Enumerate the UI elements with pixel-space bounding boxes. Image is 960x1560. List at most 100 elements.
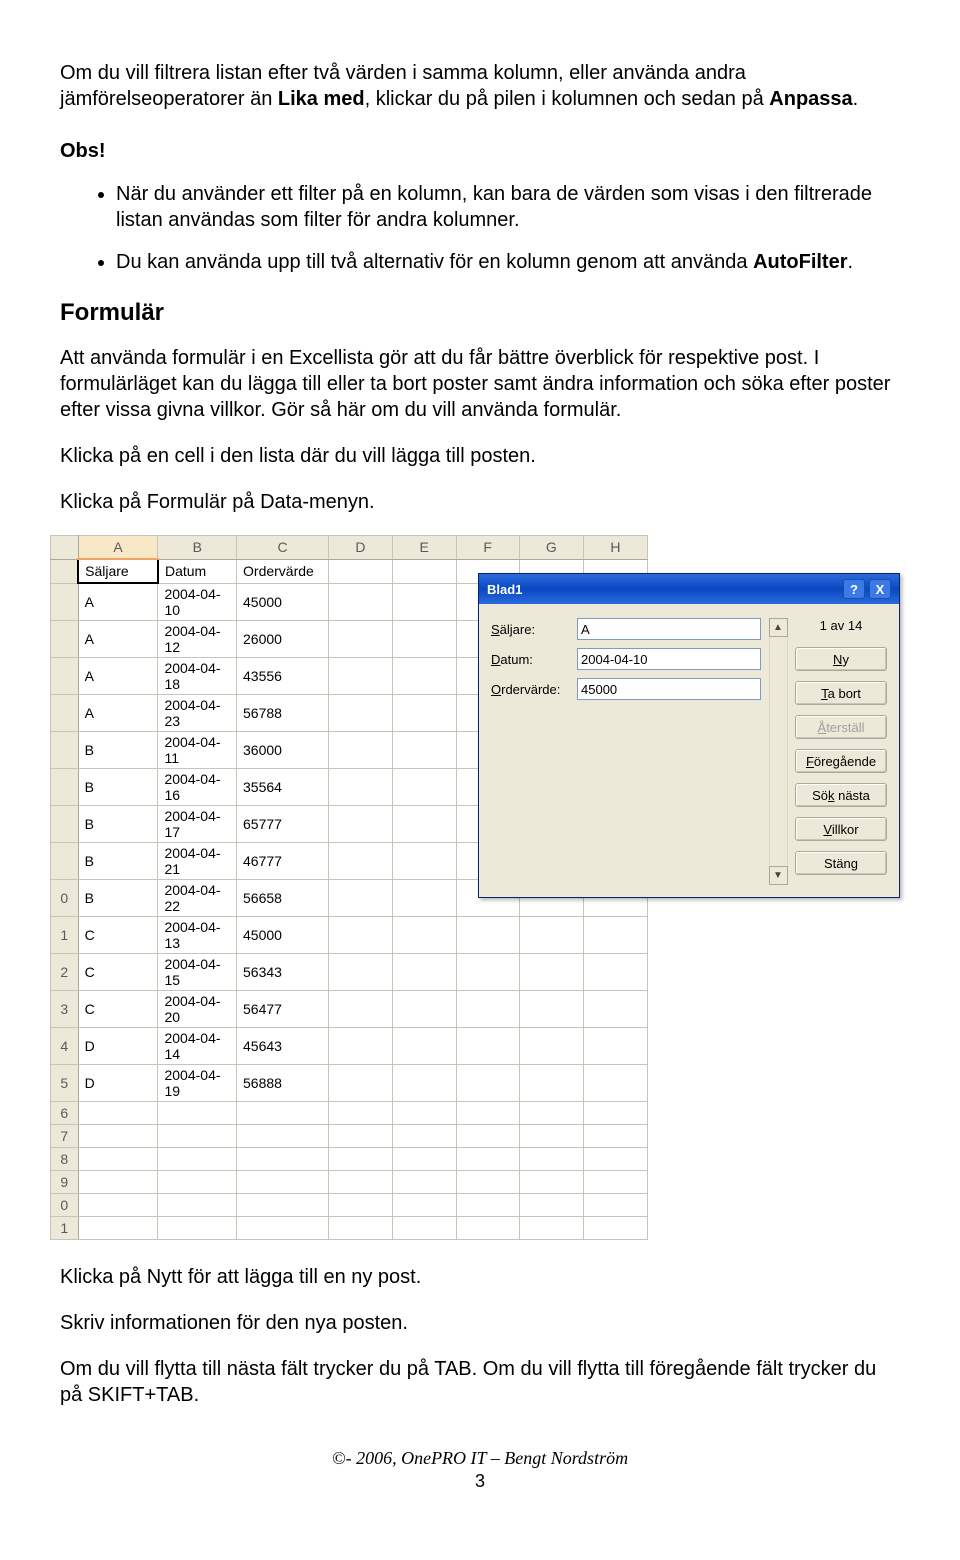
- cell[interactable]: [583, 1124, 647, 1147]
- help-icon[interactable]: ?: [843, 579, 865, 599]
- cell[interactable]: 2004-04-12: [158, 620, 237, 657]
- foregaende-button[interactable]: Föregående: [795, 749, 887, 773]
- row-header[interactable]: [51, 805, 79, 842]
- cell[interactable]: A: [78, 620, 158, 657]
- cell[interactable]: 2004-04-23: [158, 694, 237, 731]
- cell[interactable]: [237, 1170, 329, 1193]
- cell[interactable]: 45000: [237, 916, 329, 953]
- header-cell[interactable]: Datum: [158, 559, 237, 583]
- cell[interactable]: 45643: [237, 1027, 329, 1064]
- cell[interactable]: [237, 1216, 329, 1239]
- stang-button[interactable]: Stäng: [795, 851, 887, 875]
- header-cell[interactable]: Ordervärde: [237, 559, 329, 583]
- cell[interactable]: [328, 1147, 392, 1170]
- cell[interactable]: 2004-04-20: [158, 990, 237, 1027]
- cell[interactable]: [328, 768, 392, 805]
- row-header[interactable]: 6: [51, 1101, 79, 1124]
- cell[interactable]: [392, 1147, 456, 1170]
- cell[interactable]: [328, 953, 392, 990]
- header-cell[interactable]: Säljare: [78, 559, 158, 583]
- cell[interactable]: [328, 990, 392, 1027]
- cell[interactable]: [158, 1147, 237, 1170]
- cell[interactable]: [456, 916, 519, 953]
- dialog-titlebar[interactable]: Blad1 ? X: [479, 574, 899, 604]
- cell[interactable]: [328, 1193, 392, 1216]
- row-header[interactable]: 0: [51, 879, 79, 916]
- cell[interactable]: [456, 990, 519, 1027]
- cell[interactable]: [392, 620, 456, 657]
- cell[interactable]: [392, 916, 456, 953]
- cell[interactable]: [328, 731, 392, 768]
- cell[interactable]: [392, 1124, 456, 1147]
- cell[interactable]: [328, 805, 392, 842]
- col-header[interactable]: G: [519, 536, 583, 560]
- cell[interactable]: [392, 657, 456, 694]
- cell[interactable]: [392, 1170, 456, 1193]
- ny-button[interactable]: Ny: [795, 647, 887, 671]
- cell[interactable]: [456, 1124, 519, 1147]
- scroll-down-icon[interactable]: ▼: [769, 866, 788, 885]
- cell[interactable]: [328, 1216, 392, 1239]
- cell[interactable]: [392, 768, 456, 805]
- cell[interactable]: [456, 1170, 519, 1193]
- cell[interactable]: D: [78, 1064, 158, 1101]
- cell[interactable]: [392, 842, 456, 879]
- row-header[interactable]: 7: [51, 1124, 79, 1147]
- cell[interactable]: 2004-04-19: [158, 1064, 237, 1101]
- cell[interactable]: [392, 1101, 456, 1124]
- cell[interactable]: 56788: [237, 694, 329, 731]
- cell[interactable]: [392, 1064, 456, 1101]
- cell[interactable]: 2004-04-17: [158, 805, 237, 842]
- cell[interactable]: 2004-04-11: [158, 731, 237, 768]
- cell[interactable]: 56343: [237, 953, 329, 990]
- cell[interactable]: [392, 1193, 456, 1216]
- cell[interactable]: 56888: [237, 1064, 329, 1101]
- row-header[interactable]: 5: [51, 1064, 79, 1101]
- cell[interactable]: [456, 1064, 519, 1101]
- row-header[interactable]: [51, 768, 79, 805]
- cell[interactable]: [237, 1124, 329, 1147]
- cell[interactable]: [583, 1170, 647, 1193]
- cell[interactable]: 43556: [237, 657, 329, 694]
- cell[interactable]: [392, 990, 456, 1027]
- header-cell[interactable]: [328, 559, 392, 583]
- cell[interactable]: [456, 1027, 519, 1064]
- cell[interactable]: [158, 1193, 237, 1216]
- cell[interactable]: [519, 916, 583, 953]
- col-header[interactable]: E: [392, 536, 456, 560]
- cell[interactable]: D: [78, 1027, 158, 1064]
- datum-input[interactable]: [577, 648, 761, 670]
- cell[interactable]: [456, 1147, 519, 1170]
- cell[interactable]: 2004-04-22: [158, 879, 237, 916]
- sok-nasta-button[interactable]: Sök nästa: [795, 783, 887, 807]
- cell[interactable]: [158, 1170, 237, 1193]
- close-icon[interactable]: X: [869, 579, 891, 599]
- cell[interactable]: C: [78, 916, 158, 953]
- cell[interactable]: [583, 916, 647, 953]
- row-header[interactable]: 1: [51, 1216, 79, 1239]
- cell[interactable]: 56477: [237, 990, 329, 1027]
- cell[interactable]: [392, 879, 456, 916]
- cell[interactable]: [328, 842, 392, 879]
- cell[interactable]: [328, 1101, 392, 1124]
- cell[interactable]: [583, 1216, 647, 1239]
- row-header[interactable]: [51, 731, 79, 768]
- row-header[interactable]: [51, 842, 79, 879]
- cell[interactable]: C: [78, 953, 158, 990]
- cell[interactable]: [78, 1216, 158, 1239]
- cell[interactable]: [519, 1147, 583, 1170]
- cell[interactable]: [519, 953, 583, 990]
- cell[interactable]: [78, 1124, 158, 1147]
- cell[interactable]: [583, 990, 647, 1027]
- col-header[interactable]: H: [583, 536, 647, 560]
- col-header[interactable]: A: [78, 536, 158, 560]
- cell[interactable]: [328, 620, 392, 657]
- cell[interactable]: [237, 1101, 329, 1124]
- cell[interactable]: [583, 1027, 647, 1064]
- cell[interactable]: [78, 1170, 158, 1193]
- cell[interactable]: [519, 1170, 583, 1193]
- cell[interactable]: [328, 879, 392, 916]
- col-header[interactable]: B: [158, 536, 237, 560]
- cell[interactable]: 35564: [237, 768, 329, 805]
- scroll-up-icon[interactable]: ▲: [769, 618, 788, 637]
